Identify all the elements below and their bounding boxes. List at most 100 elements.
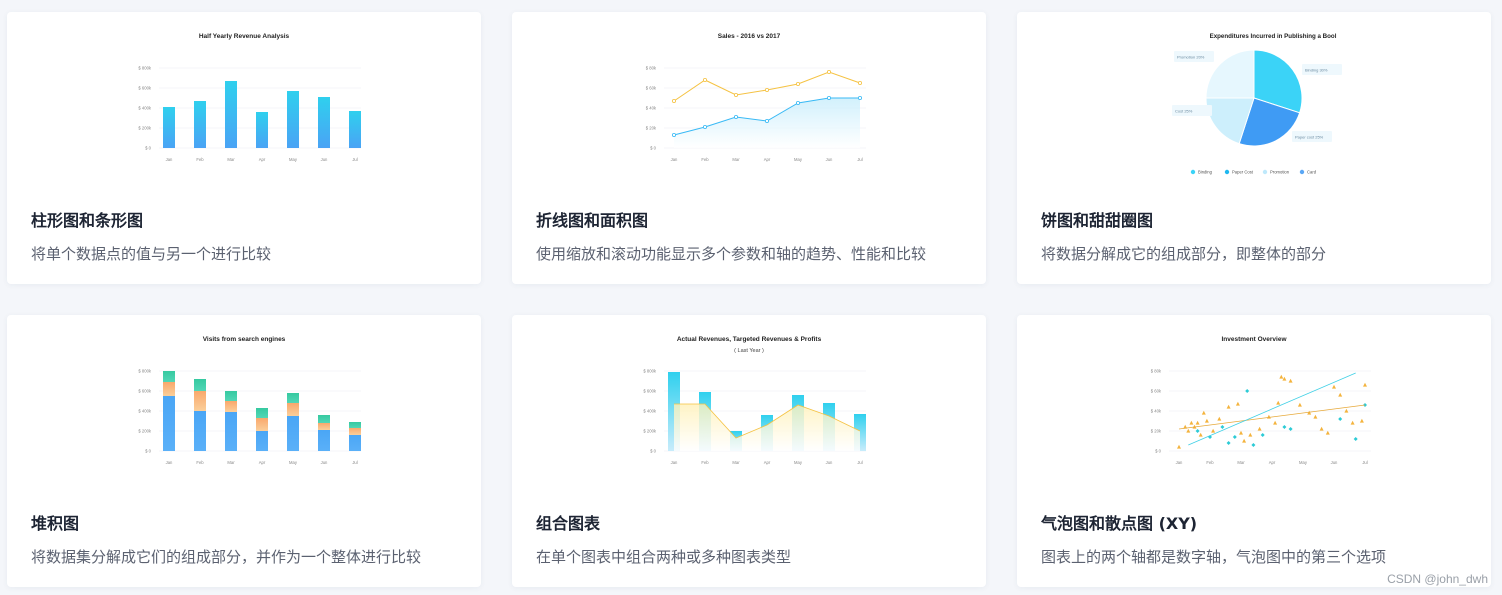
y-tick-label: $ 800k xyxy=(138,66,151,71)
stacked-segment xyxy=(225,401,237,412)
chart-thumbnail: Actual Revenues, Targeted Revenues & Pro… xyxy=(512,315,986,495)
card-pie-charts[interactable]: Expenditures Incurred in Publishing a Bo… xyxy=(1017,12,1491,284)
scatter-point xyxy=(1251,443,1256,447)
x-tick-label: Jan xyxy=(671,157,678,162)
bar xyxy=(318,97,330,148)
scatter-point xyxy=(1297,402,1302,407)
scatter-point xyxy=(1313,414,1318,419)
scatter-point xyxy=(1248,432,1253,437)
data-point xyxy=(733,93,738,98)
y-tick-label: $ 20k xyxy=(646,126,657,131)
x-tick-label: Jun xyxy=(826,157,833,162)
legend-label: Binding xyxy=(1198,170,1213,175)
x-tick-label: Jan xyxy=(166,157,173,162)
x-tick-label: May xyxy=(794,460,803,465)
stacked-segment xyxy=(256,418,268,431)
x-tick-label: Apr xyxy=(259,460,266,465)
y-tick-label: $ 20k xyxy=(1151,429,1162,434)
bar xyxy=(163,107,175,148)
combo-chart-preview: Actual Revenues, Targeted Revenues & Pro… xyxy=(643,336,866,465)
bar xyxy=(256,112,268,148)
x-tick-label: Jul xyxy=(857,460,862,465)
scatter-point xyxy=(1226,441,1231,445)
stacked-chart-preview: Visits from search engines $ 0 $ 200k $ 400… xyxy=(138,336,361,465)
stacked-segment xyxy=(287,393,299,403)
scatter-point xyxy=(1266,414,1271,419)
scatter-point xyxy=(1217,416,1222,421)
scatter-point xyxy=(1282,425,1287,429)
y-tick-label: $ 60k xyxy=(646,86,657,91)
scatter-point xyxy=(1189,420,1194,425)
data-point xyxy=(671,99,676,104)
stacked-segment xyxy=(349,422,361,428)
data-point xyxy=(826,96,831,101)
data-point xyxy=(764,88,769,93)
card-stacked-charts[interactable]: Visits from search engines $ 0 $ 200k $ 400… xyxy=(7,315,481,587)
y-tick-label: $ 0 xyxy=(650,449,656,454)
chart-thumbnail: Expenditures Incurred in Publishing a Bo… xyxy=(1017,12,1491,192)
x-tick-label: Jun xyxy=(321,157,328,162)
x-tick-label: Apr xyxy=(259,157,266,162)
card-scatter-charts[interactable]: Investment Overview $ 0 $ 20k $ 40k $ 60k $ 8… xyxy=(1017,315,1491,587)
x-tick-label: Jul xyxy=(352,157,357,162)
scatter-point xyxy=(1350,420,1355,425)
scatter-point xyxy=(1276,400,1281,405)
scatter-point xyxy=(1288,378,1293,383)
x-tick-label: Jul xyxy=(857,157,862,162)
bar xyxy=(225,81,237,148)
x-tick-label: Apr xyxy=(1269,460,1276,465)
data-point xyxy=(702,125,707,130)
x-tick-label: May xyxy=(289,460,298,465)
scatter-point xyxy=(1279,374,1284,379)
scatter-point xyxy=(1282,376,1287,381)
data-point xyxy=(857,81,862,86)
scatter-point xyxy=(1319,426,1324,431)
card-description: 将单个数据点的值与另一个进行比较 xyxy=(31,245,272,263)
card-line-charts[interactable]: Sales - 2016 vs 2017 $ 0 $ 20k $ 40k $ 60k $ … xyxy=(512,12,986,284)
y-tick-label: $ 0 xyxy=(650,146,656,151)
stacked-segment xyxy=(225,391,237,401)
scatter-point xyxy=(1353,437,1358,441)
x-tick-label: Jul xyxy=(352,460,357,465)
scatter-point xyxy=(1235,401,1240,406)
scatter-point xyxy=(1260,433,1265,437)
x-tick-label: Jul xyxy=(1362,460,1367,465)
legend-marker xyxy=(1262,169,1268,175)
legend-label: Paper Cost xyxy=(1232,170,1254,175)
stacked-segment xyxy=(163,382,175,396)
card-title: 饼图和甜甜圈图 xyxy=(1041,211,1154,230)
bar xyxy=(349,111,361,148)
data-point xyxy=(702,78,707,83)
stacked-segment xyxy=(225,412,237,451)
y-tick-label: $ 200k xyxy=(643,429,656,434)
y-tick-label: $ 80k xyxy=(646,66,657,71)
legend-label: Card xyxy=(1307,170,1317,175)
chart-title: Expenditures Incurred in Publishing a Bo… xyxy=(1210,33,1337,40)
stacked-segment xyxy=(318,423,330,430)
chart-subtitle: ( Last Year ) xyxy=(734,348,764,354)
y-tick-label: $ 400k xyxy=(643,409,656,414)
callout-label: Cost 25% xyxy=(1175,109,1193,114)
card-description: 将数据集分解成它们的组成部分，并作为一个整体进行比较 xyxy=(31,548,422,566)
stacked-segment xyxy=(194,411,206,451)
stacked-segment xyxy=(318,415,330,423)
callout-label: Binding 30% xyxy=(1305,68,1328,73)
card-combo-charts[interactable]: Actual Revenues, Targeted Revenues & Pro… xyxy=(512,315,986,587)
x-tick-label: May xyxy=(1299,460,1308,465)
y-tick-label: $ 400k xyxy=(138,106,151,111)
card-bar-charts[interactable]: Half Yearly Revenue Analysis $ 0 $ 200k $ 4… xyxy=(7,12,481,284)
chart-thumbnail: Investment Overview $ 0 $ 20k $ 40k $ 60k $ 8… xyxy=(1017,315,1491,495)
stacked-segment xyxy=(194,379,206,391)
bar xyxy=(194,101,206,148)
callout-label: Paper cost 25% xyxy=(1295,135,1324,140)
series-line xyxy=(673,71,861,102)
x-tick-label: Feb xyxy=(196,460,204,465)
data-point xyxy=(795,101,800,106)
bar xyxy=(287,91,299,148)
x-tick-label: Jun xyxy=(321,460,328,465)
y-tick-label: $ 200k xyxy=(138,126,151,131)
legend-marker xyxy=(1190,169,1196,175)
card-title: 堆积图 xyxy=(31,514,80,533)
scatter-point xyxy=(1242,438,1247,443)
x-tick-label: Feb xyxy=(1206,460,1214,465)
